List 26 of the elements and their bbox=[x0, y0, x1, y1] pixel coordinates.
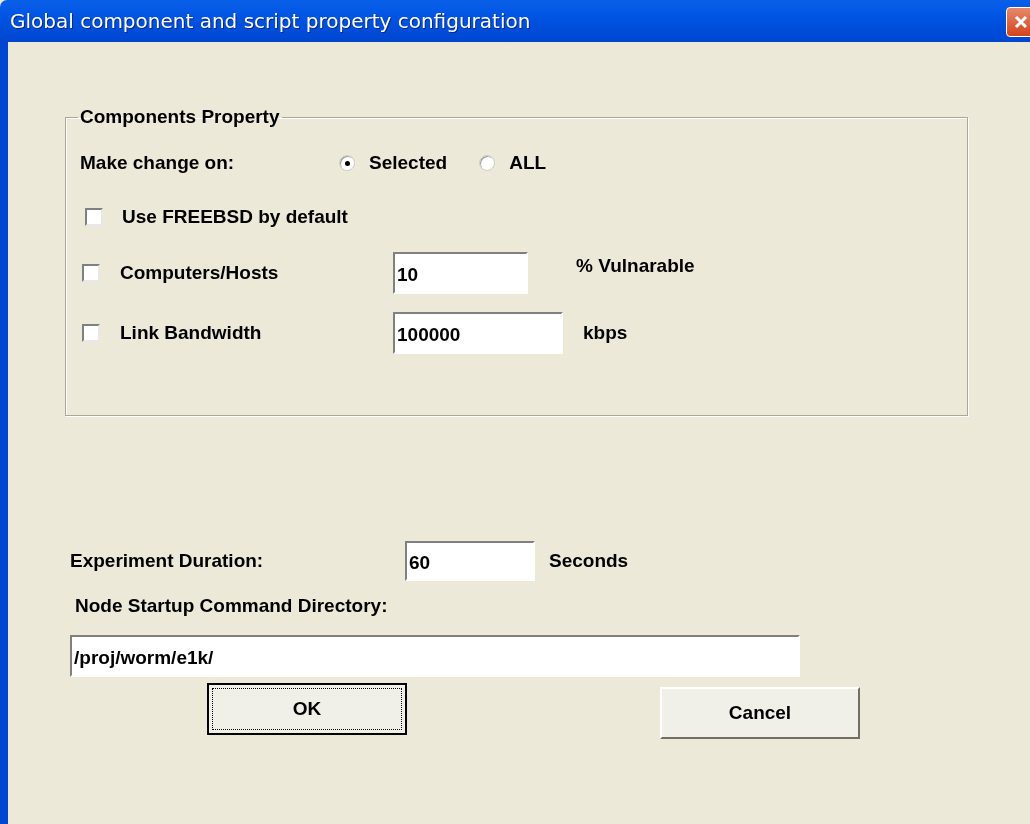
radio-button[interactable] bbox=[339, 155, 355, 171]
group-title: Components Property bbox=[79, 106, 281, 128]
input-field[interactable]: 10 bbox=[393, 252, 528, 294]
close-icon bbox=[1013, 14, 1029, 30]
cancel-button[interactable]: Cancel bbox=[660, 687, 860, 739]
make-change-label: Make change on: bbox=[80, 152, 236, 174]
checkbox[interactable] bbox=[85, 208, 103, 226]
duration-label: Experiment Duration: bbox=[70, 550, 265, 572]
unit-label: % Vulnarable bbox=[576, 255, 695, 277]
directory-field[interactable]: /proj/worm/e1k/ bbox=[70, 635, 800, 677]
checkbox[interactable] bbox=[82, 264, 100, 282]
duration-field[interactable]: 60 bbox=[405, 541, 535, 581]
checkbox-label: Computers/Hosts bbox=[120, 262, 280, 284]
checkbox-label: Use FREEBSD by default bbox=[122, 206, 348, 228]
ok-button[interactable]: OK bbox=[207, 683, 407, 735]
unit-label: Seconds bbox=[549, 550, 629, 572]
radio-option[interactable]: Selected bbox=[339, 152, 448, 174]
radio-option[interactable]: ALL bbox=[479, 152, 547, 174]
input-field[interactable]: 100000 bbox=[393, 312, 563, 354]
window-title: Global component and script property configuration bbox=[10, 9, 531, 33]
close-button[interactable] bbox=[1006, 7, 1030, 37]
unit-label: kbps bbox=[583, 322, 628, 344]
checkbox-label: Link Bandwidth bbox=[120, 322, 263, 344]
checkbox[interactable] bbox=[82, 324, 100, 342]
directory-label: Node Startup Command Directory: bbox=[75, 595, 388, 617]
radio-button[interactable] bbox=[479, 155, 496, 171]
